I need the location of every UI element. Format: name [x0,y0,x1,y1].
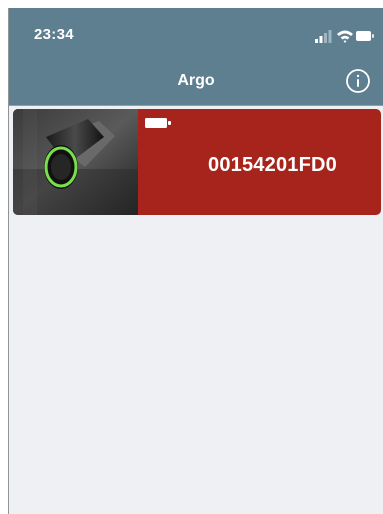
status-time: 23:34 [34,26,74,43]
app-header: Argo [9,58,383,106]
battery-icon [356,31,374,41]
door-lock-image [13,109,138,215]
page-title: Argo [177,72,215,89]
status-bar: 23:34 [9,8,383,58]
status-icons [315,30,374,43]
device-id: 00154201FD0 [208,154,337,176]
info-icon[interactable] [345,68,371,94]
device-card[interactable]: 00154201FD0 [13,109,381,215]
battery-full-icon [145,118,171,128]
wifi-icon [337,30,353,43]
phone-screen: 23:34 Argo 00154201FD0 [8,8,383,514]
signal-icon [315,30,332,43]
